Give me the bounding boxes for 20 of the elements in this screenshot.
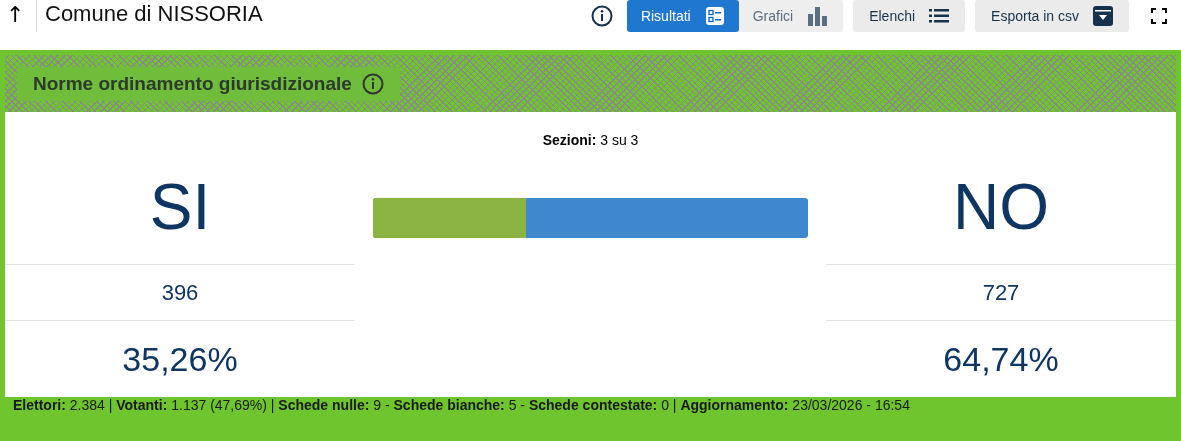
view-tab[interactable]: Risultati <box>626 0 739 32</box>
vote-count: 727 <box>826 265 1176 321</box>
info-icon[interactable] <box>590 5 613 27</box>
lists-button[interactable]: Elenchi <box>853 0 966 32</box>
download-box-icon <box>1093 6 1113 26</box>
option-label: SI <box>5 112 355 265</box>
list-icon <box>929 9 950 23</box>
list-detail-icon <box>704 6 725 26</box>
topic-title: Norme ordinamento giurisdizionale <box>33 72 352 95</box>
fullscreen-icon[interactable] <box>1151 8 1167 24</box>
sections-count: Sezioni: 3 su 3 <box>541 132 640 148</box>
vote-percent: 64,74% <box>942 338 1060 380</box>
vote-count: 396 <box>5 265 355 321</box>
info-icon[interactable] <box>361 72 384 95</box>
export-csv-button[interactable]: Esporta in csv <box>975 0 1129 32</box>
option-label: NO <box>826 112 1176 265</box>
bar-chart-icon <box>807 6 830 26</box>
turnout-summary: Elettori: 2.384 | Votanti: 1.137 (47,69%) | Schede nulle: 9 - Schede bianche: 5 - Schede contestate: 0 | Aggiornamento: 23/03/2026 - 16:54 <box>12 397 911 415</box>
page-title: Comune di NISSORIA <box>44 0 263 27</box>
vote-percent: 35,26% <box>121 338 239 380</box>
